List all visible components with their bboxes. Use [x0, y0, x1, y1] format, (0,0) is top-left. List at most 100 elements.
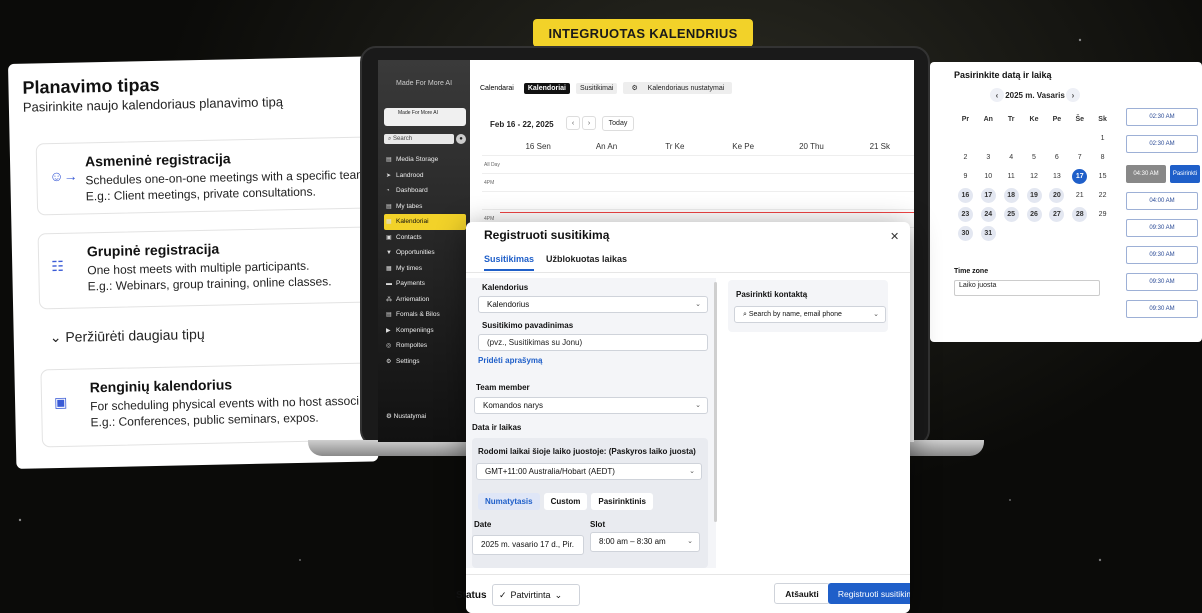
- meeting-name-input[interactable]: (pvz., Susitikimas su Jonu): [478, 334, 708, 351]
- tab-blocked-time[interactable]: Užblokuotas laikas: [546, 254, 627, 271]
- calendar-select[interactable]: Kalendorius ⌄: [478, 296, 708, 313]
- day-cell[interactable]: 24: [977, 207, 1000, 222]
- day-cell[interactable]: 17: [977, 188, 1000, 203]
- gauge-icon: ◔: [386, 187, 390, 194]
- add-description-link[interactable]: Pridėti aprašymą: [478, 356, 542, 365]
- weekday-label: Sk: [1098, 116, 1107, 123]
- sidebar-bottom-settings[interactable]: ⚙ Nustatymai: [386, 412, 426, 420]
- date-input[interactable]: 2025 m. vasario 17 d., Pir.: [472, 535, 584, 555]
- day-cell[interactable]: 15: [1091, 169, 1114, 184]
- sidebar-item-kompeniings[interactable]: ▶ Kompeniings: [384, 323, 466, 339]
- time-slot[interactable]: 09:30 AM: [1126, 273, 1198, 291]
- sidebar-search[interactable]: ⌕ Search: [384, 134, 454, 144]
- day-cell[interactable]: 20: [1045, 188, 1068, 203]
- next-week-button[interactable]: ›: [582, 116, 596, 130]
- day-cell[interactable]: 23: [954, 207, 977, 222]
- sidebar-item-landrood[interactable]: ➤ Landrood: [384, 168, 466, 184]
- day-cell[interactable]: 9: [954, 169, 977, 184]
- prev-week-button[interactable]: ‹: [566, 116, 580, 130]
- day-cell[interactable]: 3: [977, 150, 1000, 165]
- day-cell[interactable]: 26: [1023, 207, 1046, 222]
- cancel-button[interactable]: Atšaukti: [774, 583, 830, 604]
- account-name: Made For More AI: [398, 110, 439, 116]
- pill-custom[interactable]: Custom: [543, 493, 588, 510]
- user-avatar[interactable]: ●: [456, 134, 466, 144]
- sidebar-item-contacts[interactable]: ▣ Contacts: [384, 230, 466, 246]
- day-cell[interactable]: 6: [1045, 150, 1068, 165]
- prev-month-button[interactable]: ‹: [990, 88, 1004, 102]
- show-more-label: Peržiūrėti daugiau tipų: [65, 325, 205, 345]
- sidebar-item-label: Kompeniings: [396, 326, 434, 334]
- time-slot[interactable]: 09:30 AM: [1126, 219, 1198, 237]
- day-cell[interactable]: 13: [1045, 169, 1068, 184]
- time-slot[interactable]: 02:30 AM: [1126, 135, 1198, 153]
- team-member-select[interactable]: Komandos narys ⌄: [474, 397, 708, 414]
- day-cell[interactable]: 31: [977, 226, 1000, 241]
- option-group[interactable]: ☷ Grupinė registracija One host meets wi…: [37, 225, 379, 310]
- sidebar-item-my-times[interactable]: ▦ My times: [384, 261, 466, 277]
- sidebar-item-fornals[interactable]: ▤ Fornals & Bilos: [384, 307, 466, 323]
- day-cell[interactable]: 22: [1091, 188, 1114, 203]
- tab-calendarai[interactable]: Calendarai: [476, 83, 518, 94]
- account-switcher[interactable]: Made For More AI: [384, 108, 466, 126]
- day-cell[interactable]: 1: [1091, 131, 1114, 146]
- option-events[interactable]: ▣ Renginių kalendorius For scheduling ph…: [40, 361, 379, 448]
- day-cell[interactable]: 8: [1091, 150, 1114, 165]
- timezone-dropdown[interactable]: GMT+11:00 Australia/Hobart (AEDT) ⌄: [476, 463, 702, 480]
- timezone-select[interactable]: Laiko juosta: [954, 280, 1100, 296]
- tab-susitikimai[interactable]: Susitikimai: [575, 82, 618, 94]
- sidebar-item-opportunities[interactable]: ▼ Opportunities: [384, 245, 466, 261]
- sidebar-item-payments[interactable]: ▬ Payments: [384, 276, 466, 292]
- pill-default[interactable]: Numatytasis: [478, 493, 540, 510]
- submit-button[interactable]: Registruoti susitikimą: [828, 583, 910, 604]
- time-slot[interactable]: 02:30 AM: [1126, 108, 1198, 126]
- day-cell[interactable]: 18: [1000, 188, 1023, 203]
- sidebar-item-settings[interactable]: ⚙ Settings: [384, 354, 466, 370]
- team-member-label: Team member: [476, 383, 530, 392]
- day-cell[interactable]: 16: [954, 188, 977, 203]
- sidebar-item-media-storage[interactable]: ▤ Media Storage: [384, 152, 466, 168]
- day-cell[interactable]: 28: [1068, 207, 1091, 222]
- option-personal[interactable]: ☺→ Asmeninė registracija Schedules one-o…: [35, 135, 379, 216]
- tab-meeting[interactable]: Susitikimas: [484, 254, 535, 271]
- time-slot[interactable]: 04:00 AM: [1126, 192, 1198, 210]
- tab-calendar-settings[interactable]: ⚙ Kalendoriaus nustatymai: [623, 82, 733, 94]
- day-cell[interactable]: 21: [1068, 188, 1091, 203]
- next-month-button[interactable]: ›: [1065, 88, 1080, 102]
- day-cell[interactable]: 5: [1023, 150, 1046, 165]
- day-number: 13: [1052, 173, 1061, 180]
- scrollbar[interactable]: [714, 282, 717, 522]
- close-icon[interactable]: ✕: [890, 230, 899, 243]
- time-slot[interactable]: 09:30 AM: [1126, 246, 1198, 264]
- status-select[interactable]: ✓ Patvirtinta ⌄: [492, 584, 580, 606]
- day-cell[interactable]: 30: [954, 226, 977, 241]
- day-cell[interactable]: 12: [1023, 169, 1046, 184]
- day-cell[interactable]: 29: [1091, 207, 1114, 222]
- sidebar-item-my-tabes[interactable]: ▤ My tabes: [384, 199, 466, 215]
- tab-kalendoriai[interactable]: Kalendoriai: [523, 82, 570, 94]
- day-cell[interactable]: 11: [1000, 169, 1023, 184]
- day-cell[interactable]: 2: [954, 150, 977, 165]
- pill-optional[interactable]: Pasirinktinis: [591, 493, 653, 510]
- day-cell[interactable]: 19: [1023, 188, 1046, 203]
- contact-search[interactable]: ⌕ Search by name, email phone ⌄: [734, 306, 886, 323]
- show-more-types[interactable]: ⌄ Peržiūrėti daugiau tipų: [50, 326, 205, 346]
- day-cell[interactable]: 4: [1000, 150, 1023, 165]
- time-slot[interactable]: 09:30 AM: [1126, 300, 1198, 318]
- sidebar-item-dashboard[interactable]: ◔ Dashboard: [384, 183, 466, 199]
- slot-select[interactable]: 8:00 am – 8:30 am ⌄: [590, 532, 700, 552]
- day-cell[interactable]: 17: [1068, 169, 1091, 184]
- sidebar-item-kalendoriai[interactable]: ▦ Kalendoriai: [384, 214, 466, 230]
- megaphone-icon: ▶: [386, 327, 391, 334]
- confirm-slot-button[interactable]: Pasirinkti: [1170, 165, 1200, 183]
- day-cell[interactable]: 7: [1068, 150, 1091, 165]
- day-cell[interactable]: 10: [977, 169, 1000, 184]
- date-label: Date: [474, 520, 492, 529]
- today-button[interactable]: Today: [602, 116, 634, 131]
- day-cell[interactable]: 25: [1000, 207, 1023, 222]
- sidebar-item-arriemation[interactable]: ⁂ Arriemation: [384, 292, 466, 308]
- day-cell[interactable]: 27: [1045, 207, 1068, 222]
- time-slot-selected[interactable]: 04:30 AM: [1126, 165, 1166, 183]
- sidebar-item-rompoltes[interactable]: ◎ Rompoltes: [384, 338, 466, 354]
- sidebar-item-label: My times: [396, 264, 422, 272]
